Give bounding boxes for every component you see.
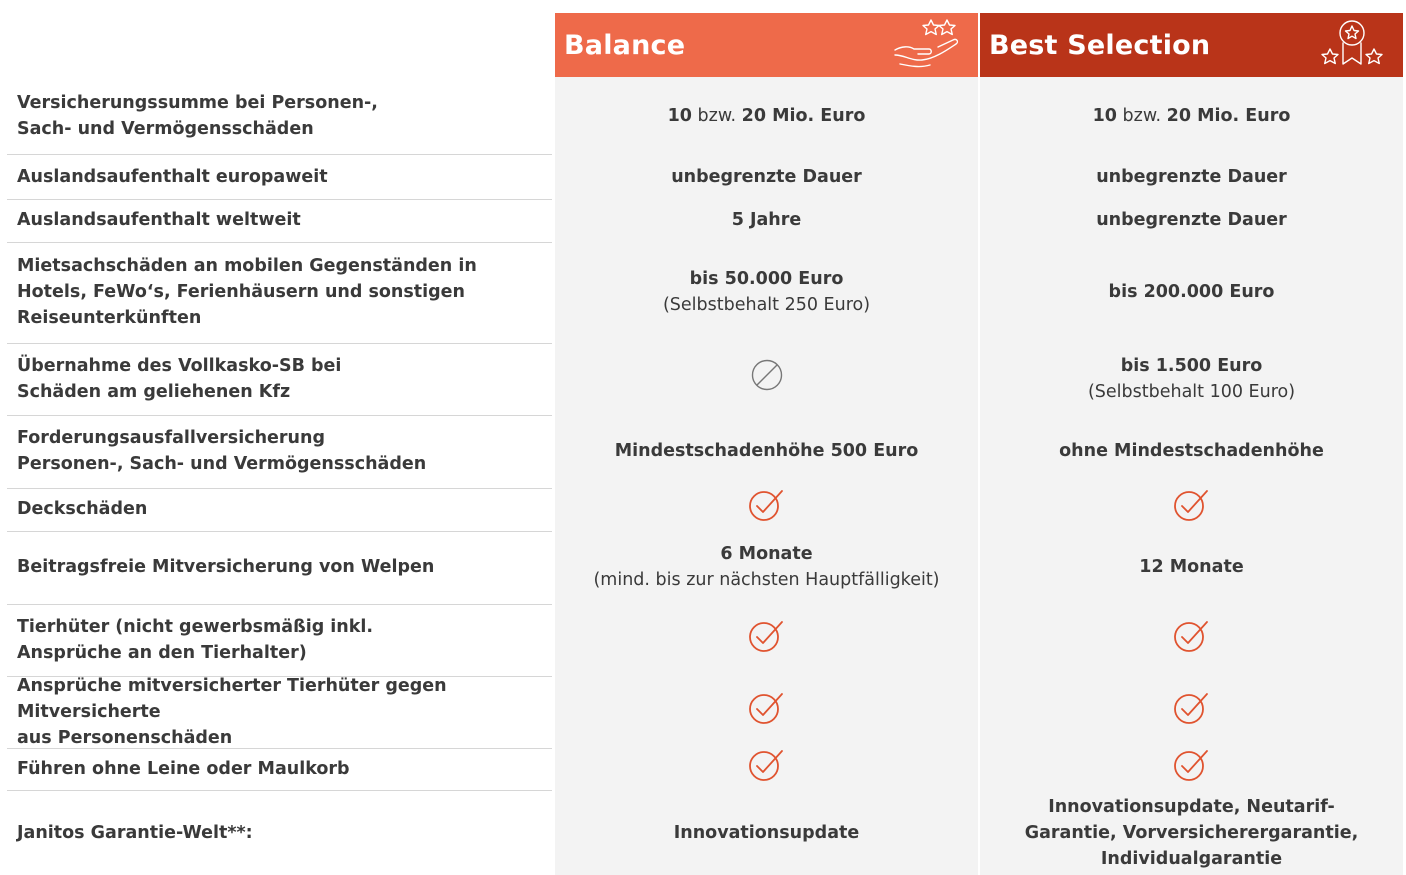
table-row: Übernahme des Vollkasko-SB bei Schäden a… [0,343,1406,416]
balance-cell: Innovationsupdate [555,790,978,875]
table-row: Deckschäden [0,488,1406,532]
row-label: Übernahme des Vollkasko-SB bei Schäden a… [17,355,342,402]
sum-separator: bzw. [1116,106,1167,126]
check-icon [748,691,786,733]
cell-note: (Selbstbehalt 250 Euro) [662,295,871,315]
check-icon [748,488,786,530]
balance-cell [555,676,978,747]
cell-value: 6 Monate [720,544,813,564]
sum-number: 10 [667,106,692,126]
row-label: Mietsachschäden an mobilen Gegenständen … [17,256,477,328]
table-row: Auslandsaufenthalt europaweit unbegrenzte… [0,155,1406,200]
sum-amount: 20 Mio. Euro [1166,106,1291,126]
best-cell [980,748,1403,789]
check-icon [748,619,786,661]
table-row: Ansprüche mitversicherter Tierhüter gege… [0,675,1406,749]
cell-value: unbegrenzte Dauer [671,166,862,187]
award-stars-icon [1317,16,1387,74]
cell-value: Innovationsupdate [673,822,860,843]
sum-amount: 20 Mio. Euro [741,106,866,126]
balance-cell [555,604,978,675]
comparison-table: Balance Best Selection Versicherungssumm… [0,0,1406,875]
table-row: Beitragsfreie Mitversicherung von Welpen… [0,531,1406,605]
best-cell: Innovationsupdate, Neutarif- Garantie, V… [980,790,1403,875]
balance-cell [555,488,978,530]
row-label: Versicherungssumme bei Personen-, Sach- … [17,93,378,139]
row-label: Deckschäden [17,499,148,519]
row-label: Auslandsaufenthalt weltweit [17,210,301,230]
cell-note: (mind. bis zur nächsten Hauptfälligkeit) [593,570,940,590]
sum-value: 10 bzw. 20 Mio. Euro [668,103,866,129]
table-row: Mietsachschäden an mobilen Gegenständen … [0,242,1406,344]
sum-number: 10 [1092,106,1117,126]
cell-value: Mindestschadenhöhe 500 Euro [614,441,919,461]
best-cell: 12 Monate [980,531,1403,603]
check-icon [1173,619,1211,661]
cell-value: ohne Mindestschadenhöhe [1059,441,1324,461]
best-cell: ohne Mindestschadenhöhe [980,415,1403,487]
balance-cell [555,748,978,789]
row-label: Auslandsaufenthalt europaweit [17,166,328,187]
balance-cell: unbegrenzte Dauer [555,155,978,198]
best-cell: bis 200.000 Euro [980,242,1403,342]
best-cell [980,488,1403,530]
row-label: Tierhüter (nicht gewerbsmäßig inkl. Ansp… [17,616,374,663]
cell-value: 5 Jahre [731,210,802,230]
row-label: Forderungsausfallversicherung Personen-,… [17,428,427,474]
table-row: Führen ohne Leine oder Maulkorb [0,748,1406,791]
cell-value: 12 Monate [1139,557,1244,577]
best-cell: 10 bzw. 20 Mio. Euro [980,79,1403,153]
sum-value: 10 bzw. 20 Mio. Euro [1093,103,1291,129]
table-row: Versicherungssumme bei Personen-, Sach- … [0,79,1406,155]
balance-cell: bis 50.000 Euro (Selbstbehalt 250 Euro) [555,242,978,342]
best-cell: bis 1.500 Euro (Selbstbehalt 100 Euro) [980,343,1403,414]
check-icon [1173,691,1211,733]
row-label: Beitragsfreie Mitversicherung von Welpen [17,557,435,577]
best-cell [980,604,1403,675]
header-best-selection: Best Selection [980,13,1403,77]
sum-separator: bzw. [691,106,742,126]
balance-cell: 6 Monate (mind. bis zur nächsten Hauptfäl… [555,531,978,603]
cell-note: (Selbstbehalt 100 Euro) [1087,381,1296,402]
not-included-icon [750,358,784,400]
check-icon [748,748,786,790]
row-label: Ansprüche mitversicherter Tierhüter gege… [17,675,447,748]
check-icon [1173,748,1211,790]
best-cell: unbegrenzte Dauer [980,155,1403,198]
table-row: Forderungsausfallversicherung Personen-,… [0,415,1406,489]
balance-cell [555,343,978,414]
header-balance-title: Balance [564,29,686,61]
cell-value: bis 200.000 Euro [1108,282,1275,302]
balance-cell: 5 Jahre [555,199,978,241]
hand-stars-icon [892,16,962,74]
balance-cell: 10 bzw. 20 Mio. Euro [555,79,978,153]
header-best-title: Best Selection [989,29,1211,61]
header-balance: Balance [555,13,978,77]
cell-value: unbegrenzte Dauer [1096,210,1287,230]
table-row: Tierhüter (nicht gewerbsmäßig inkl. Ansp… [0,604,1406,677]
check-icon [1173,488,1211,530]
cell-value: Innovationsupdate, Neutarif- Garantie, V… [1024,796,1359,869]
row-label: Janitos Garantie-Welt**: [17,822,253,843]
cell-value: unbegrenzte Dauer [1096,166,1287,187]
best-cell [980,676,1403,747]
cell-value: bis 1.500 Euro [1120,355,1263,376]
table-row: Auslandsaufenthalt weltweit 5 Jahre unbegr… [0,199,1406,243]
row-label: Führen ohne Leine oder Maulkorb [17,758,350,779]
balance-cell: Mindestschadenhöhe 500 Euro [555,415,978,487]
best-cell: unbegrenzte Dauer [980,199,1403,241]
table-row: Janitos Garantie-Welt**: Innovationsupdat… [0,790,1406,875]
cell-value: bis 50.000 Euro [689,269,844,289]
